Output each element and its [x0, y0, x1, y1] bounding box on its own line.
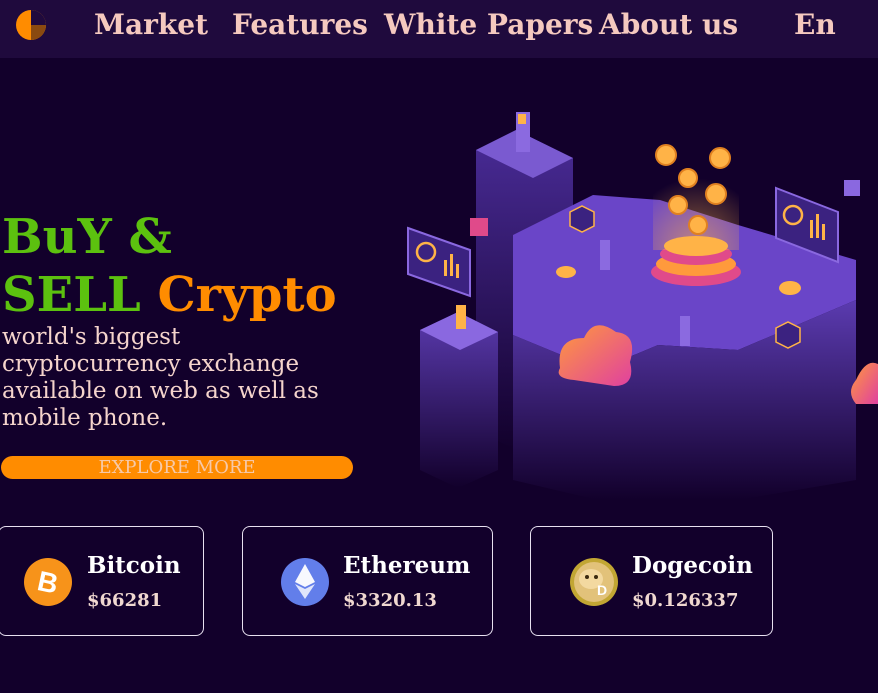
explore-more-button[interactable]: EXPLORE MORE — [1, 456, 353, 479]
coin-card-bitcoin[interactable]: B Bitcoin $66281 — [0, 526, 204, 636]
coin-name: Bitcoin — [87, 552, 181, 579]
bitcoin-icon: B — [24, 558, 72, 606]
coin-price: $0.126337 — [632, 590, 739, 611]
hero-title-crypto: Crypto — [157, 267, 337, 323]
hero-title-line2: SELL Crypto — [2, 266, 337, 324]
coin-name: Dogecoin — [632, 552, 753, 579]
isometric-crypto-city-illustration — [407, 112, 878, 500]
top-navbar: Market Features White Papers About us En — [0, 0, 878, 58]
nav-white-papers-link[interactable]: White Papers — [384, 8, 593, 41]
logo-icon[interactable] — [15, 8, 53, 42]
dogecoin-icon: D — [570, 558, 618, 606]
coin-card-dogecoin[interactable]: D Dogecoin $0.126337 — [530, 526, 773, 636]
coin-card-ethereum[interactable]: Ethereum $3320.13 — [242, 526, 493, 636]
svg-text:D: D — [597, 582, 607, 598]
language-selector[interactable]: En — [794, 8, 836, 41]
hero-description: world's biggest cryptocurrency exchange … — [2, 324, 319, 431]
nav-about-us-link[interactable]: About us — [599, 8, 738, 41]
hero-title-sell: SELL — [2, 267, 141, 323]
nav-features-link[interactable]: Features — [232, 8, 368, 41]
coin-price: $3320.13 — [343, 590, 437, 611]
coin-name: Ethereum — [343, 552, 471, 579]
hero-title: BuY & SELL Crypto — [2, 208, 337, 324]
ethereum-icon — [281, 558, 329, 606]
hero-title-line1: BuY & — [2, 209, 172, 265]
coin-price: $66281 — [87, 590, 163, 611]
nav-market-link[interactable]: Market — [94, 8, 208, 41]
